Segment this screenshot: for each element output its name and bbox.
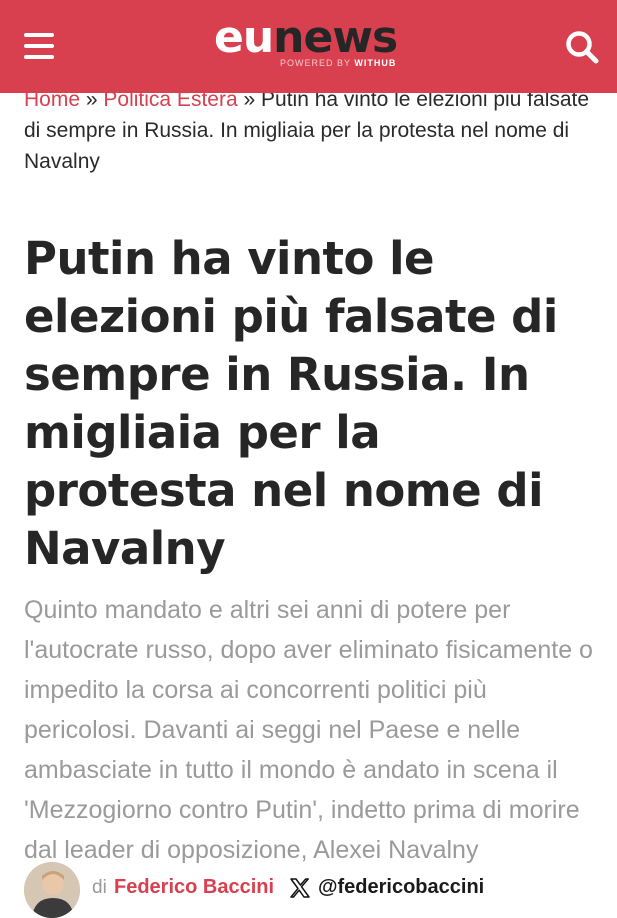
article-content: Home » Politica Estera » Putin ha vinto …	[24, 84, 600, 870]
site-logo[interactable]: eunews POWERED BY WITHUB	[214, 14, 406, 76]
x-logo-icon	[290, 878, 310, 898]
breadcrumb: Home » Politica Estera » Putin ha vinto …	[24, 84, 600, 177]
search-icon[interactable]	[564, 29, 600, 65]
article-summary: Quinto mandato e altri sei anni di poter…	[24, 596, 593, 864]
logo-tagline: POWERED BY WITHUB	[280, 58, 396, 68]
author-link[interactable]: Federico Baccini	[114, 876, 274, 899]
byline-prefix: di	[92, 877, 107, 898]
logo-tagline-brand: WITHUB	[354, 58, 397, 68]
logo-wordmark: eunews	[214, 12, 398, 63]
author-avatar[interactable]	[24, 862, 80, 918]
hamburger-menu-icon[interactable]	[24, 33, 54, 59]
logo-eu-text: eu	[214, 12, 274, 63]
top-bar: eunews POWERED BY WITHUB	[0, 0, 617, 93]
logo-tagline-prefix: POWERED BY	[280, 58, 351, 68]
article-byline: di Federico Baccini @federicobaccini	[24, 862, 600, 918]
author-x-handle: @federicobaccini	[318, 876, 485, 898]
logo-news-text: news	[273, 12, 398, 63]
article-title: Putin ha vinto le elezioni più falsate d…	[24, 232, 558, 575]
